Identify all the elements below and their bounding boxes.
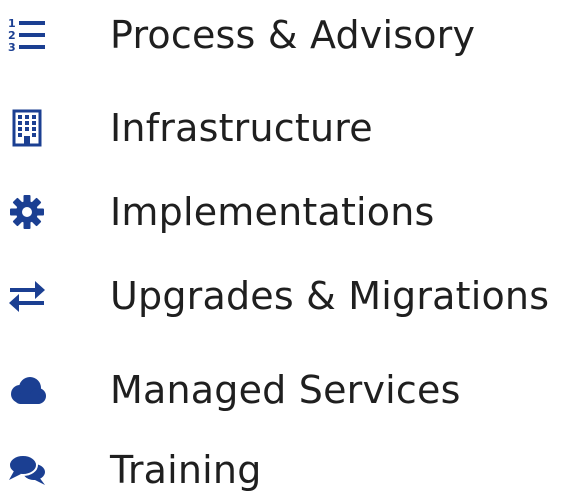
gear-icon [7, 192, 47, 232]
svg-text:3: 3 [8, 41, 16, 54]
menu-item-process-advisory[interactable]: 1 2 3 Process & Advisory [0, 5, 571, 65]
menu-item-upgrades-migrations[interactable]: Upgrades & Migrations [0, 266, 571, 326]
menu-item-label: Infrastructure [110, 106, 373, 150]
menu-item-training[interactable]: Training [0, 440, 571, 500]
numbered-list-icon: 1 2 3 [7, 15, 47, 55]
menu-item-label: Managed Services [110, 368, 461, 412]
menu-item-label: Training [110, 448, 262, 492]
building-icon [7, 108, 47, 148]
cloud-icon [7, 370, 47, 410]
menu-item-managed-services[interactable]: Managed Services [0, 360, 571, 420]
exchange-arrows-icon [7, 276, 47, 316]
menu-item-infrastructure[interactable]: Infrastructure [0, 98, 571, 158]
menu-item-label: Process & Advisory [110, 13, 476, 57]
chat-bubbles-icon [7, 450, 47, 490]
menu-item-implementations[interactable]: Implementations [0, 182, 571, 242]
menu-item-label: Implementations [110, 190, 435, 234]
services-menu: 1 2 3 Process & Advisory Infrastructure … [0, 0, 571, 504]
menu-item-label: Upgrades & Migrations [110, 274, 550, 318]
